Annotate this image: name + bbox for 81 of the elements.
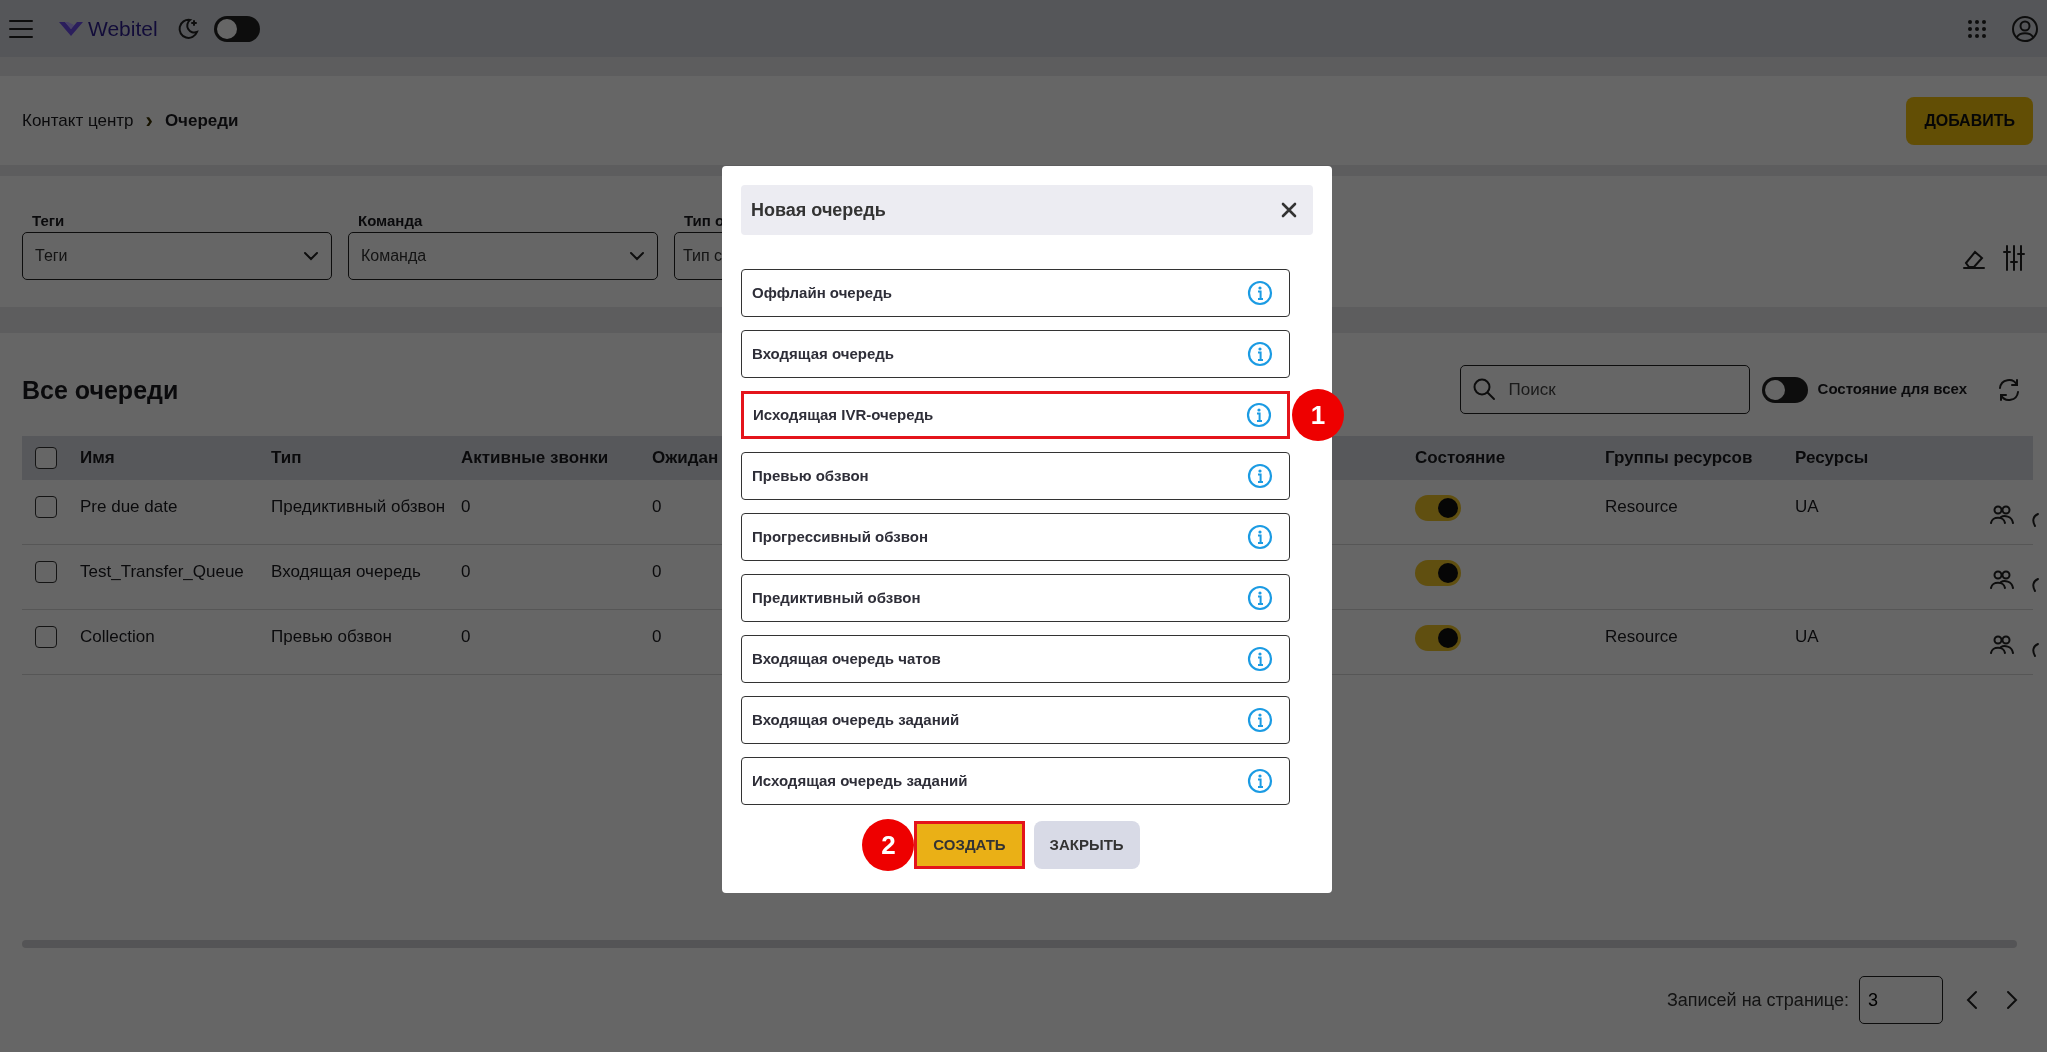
search-icon <box>1471 377 1496 401</box>
chevron-down-icon <box>303 251 319 261</box>
table-cell: Test_Transfer_Queue <box>80 562 244 581</box>
queue-type-option[interactable]: Входящая очередь заданий <box>741 696 1290 744</box>
info-icon[interactable] <box>1247 341 1273 367</box>
people-icon[interactable] <box>1990 634 2014 656</box>
queue-type-option[interactable]: Входящая очередь чатов <box>741 635 1290 683</box>
toggle-switch[interactable] <box>213 15 260 42</box>
toggle-switch[interactable] <box>1761 376 1808 403</box>
previous-page-icon[interactable] <box>1965 990 1979 1010</box>
search-field[interactable]: Поиск <box>1459 365 1750 414</box>
toggle-switch[interactable] <box>1415 560 1461 586</box>
info-icon[interactable] <box>1247 768 1273 794</box>
toggle-switch[interactable] <box>1415 495 1461 521</box>
step-marker: 1 <box>1292 389 1344 441</box>
column-header: Тип <box>271 448 302 468</box>
queue-type-option[interactable]: Входящая очередь <box>741 330 1290 378</box>
table-title: Все очереди <box>22 374 179 405</box>
apps-grid-icon[interactable] <box>1967 18 1987 39</box>
table-cell: Resource <box>1605 627 1678 646</box>
queue-type-option[interactable]: Превью обзвон <box>741 452 1290 500</box>
people-icon[interactable] <box>1990 569 2014 591</box>
table-cell: 0 <box>652 627 662 646</box>
table-cell: UA <box>1795 627 1819 646</box>
table-cell: Превью обзвон <box>271 627 392 646</box>
filter-label: Команда <box>358 211 423 231</box>
sliders-icon[interactable] <box>2003 244 2025 272</box>
checkbox[interactable] <box>35 447 57 469</box>
info-icon[interactable] <box>1246 402 1272 428</box>
breadcrumb-separator: › <box>145 107 153 135</box>
logo-text: Webitel <box>88 15 158 42</box>
table-cell: 0 <box>652 497 662 516</box>
info-icon[interactable] <box>1247 646 1273 672</box>
table-cell: 0 <box>461 562 471 581</box>
chevron-down-icon <box>629 251 645 261</box>
column-header: Ресурсы <box>1795 448 1869 468</box>
info-icon[interactable] <box>1247 585 1273 611</box>
table-cell: 0 <box>461 497 471 516</box>
dialog-title: Новая очередь <box>751 198 886 222</box>
table-cell: Collection <box>80 627 155 646</box>
page-size-label: Записей на странице: <box>1666 988 1849 1012</box>
column-header: Активные звонки <box>461 448 609 468</box>
column-header: Ожидан <box>652 448 719 468</box>
checkbox[interactable] <box>35 496 57 518</box>
table-cell: Resource <box>1605 497 1678 516</box>
table-cell: Предиктивный обзвон <box>271 497 446 516</box>
step-marker: 2 <box>862 819 915 871</box>
close-button[interactable]: ЗАКРЫТЬ <box>1033 821 1140 869</box>
column-header: Имя <box>80 448 115 468</box>
toggle-switch[interactable] <box>1415 625 1461 651</box>
next-page-icon[interactable] <box>2005 990 2019 1010</box>
queue-type-option[interactable]: Исходящая очередь заданий <box>741 757 1290 805</box>
queue-type-option[interactable]: Предиктивный обзвон <box>741 574 1290 622</box>
table-cell: 0 <box>652 562 662 581</box>
filter-label: Теги <box>32 211 65 231</box>
column-header: Группы ресурсов <box>1605 448 1753 468</box>
info-icon[interactable] <box>1247 280 1273 306</box>
curve-icon[interactable] <box>2031 576 2039 593</box>
table-cell: 0 <box>461 627 471 646</box>
queue-type-option[interactable]: Оффлайн очередь <box>741 269 1290 317</box>
table-cell: UA <box>1795 497 1819 516</box>
queue-type-option[interactable]: Прогрессивный обзвон <box>741 513 1290 561</box>
info-icon[interactable] <box>1247 707 1273 733</box>
toggle-label: Состояние для всех <box>1817 379 1967 400</box>
queue-type-option[interactable]: Исходящая IVR-очередь <box>741 391 1290 439</box>
checkbox[interactable] <box>35 561 57 583</box>
table-cell: Pre due date <box>80 497 178 516</box>
menu-icon[interactable] <box>8 17 34 40</box>
column-header: Состояние <box>1415 448 1506 468</box>
checkbox[interactable] <box>35 626 57 648</box>
curve-icon[interactable] <box>2031 641 2039 658</box>
people-icon[interactable] <box>1990 504 2014 526</box>
info-icon[interactable] <box>1247 463 1273 489</box>
info-icon[interactable] <box>1247 524 1273 550</box>
table-cell: Входящая очередь <box>271 562 421 581</box>
breadcrumb-current: Очереди <box>164 109 239 132</box>
page-size-field[interactable]: 3 <box>1859 976 1943 1024</box>
create-button[interactable]: СОЗДАТЬ <box>914 821 1025 869</box>
curve-icon[interactable] <box>2031 511 2039 528</box>
close-icon[interactable] <box>1281 202 1297 218</box>
user-icon[interactable] <box>2011 14 2039 43</box>
